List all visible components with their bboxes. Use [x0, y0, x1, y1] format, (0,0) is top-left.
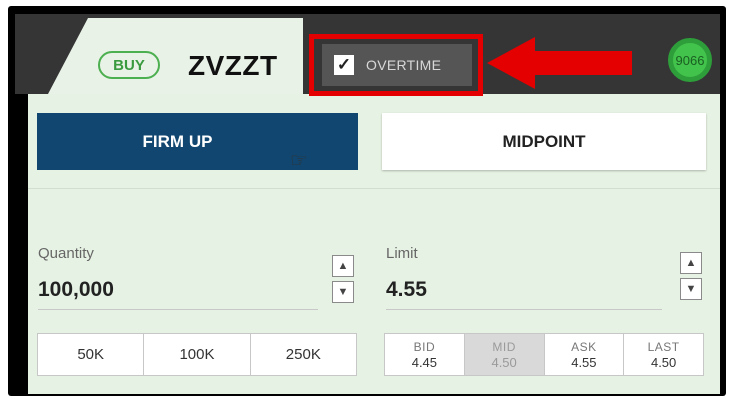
section-divider	[28, 188, 720, 189]
mid-value: 4.50	[491, 354, 517, 370]
chevron-down-icon: ▼	[685, 283, 697, 295]
symbol-label: ZVZZT	[188, 50, 278, 81]
checkmark-icon: ✓	[336, 55, 352, 74]
annotation-arrow-icon	[487, 37, 632, 89]
quantity-increment-button[interactable]: ▲	[332, 255, 354, 277]
quantity-label: Quantity	[38, 245, 94, 262]
firm-up-button[interactable]: FIRM UP	[37, 113, 358, 170]
overtime-toggle[interactable]: ✓ OVERTIME	[322, 44, 472, 86]
ask-price-button[interactable]: ASK 4.55	[545, 334, 625, 375]
overtime-label: OVERTIME	[366, 57, 442, 73]
preset-250k-button[interactable]: 250K	[251, 334, 356, 375]
quantity-decrement-button[interactable]: ▼	[332, 281, 354, 303]
limit-increment-button[interactable]: ▲	[680, 252, 702, 274]
midpoint-button[interactable]: MIDPOINT	[382, 113, 706, 170]
limit-input[interactable]: 4.55	[386, 278, 427, 302]
limit-decrement-button[interactable]: ▼	[680, 278, 702, 300]
limit-stepper[interactable]: ▲ ▼	[680, 252, 702, 300]
status-badge: 9066	[668, 38, 712, 82]
last-price-button[interactable]: LAST 4.50	[624, 334, 703, 375]
price-presets: BID 4.45 MID 4.50 ASK 4.55 LAST 4.50	[384, 333, 704, 376]
quantity-underline	[38, 309, 318, 310]
bid-value: 4.45	[411, 354, 438, 370]
chevron-down-icon: ▼	[337, 286, 349, 298]
quantity-presets: 50K 100K 250K	[37, 333, 357, 376]
bid-price-button[interactable]: BID 4.45	[385, 334, 465, 375]
side-badge: BUY	[98, 51, 160, 79]
ask-label: ASK	[571, 339, 597, 354]
preset-100k-button[interactable]: 100K	[144, 334, 251, 375]
overtime-checkbox[interactable]: ✓	[334, 55, 354, 75]
ask-value: 4.55	[571, 354, 597, 370]
chevron-up-icon: ▲	[337, 260, 349, 272]
mid-label: MID	[492, 339, 516, 354]
mid-price-button[interactable]: MID 4.50	[464, 334, 545, 375]
hand-cursor-icon: ☞	[290, 150, 308, 172]
chevron-up-icon: ▲	[685, 257, 697, 269]
last-label: LAST	[647, 339, 680, 354]
quantity-input[interactable]: 100,000	[38, 278, 114, 302]
limit-underline	[386, 309, 662, 310]
limit-label: Limit	[386, 245, 418, 262]
last-value: 4.50	[650, 354, 677, 370]
preset-50k-button[interactable]: 50K	[38, 334, 145, 375]
bid-label: BID	[413, 339, 436, 354]
quantity-stepper[interactable]: ▲ ▼	[332, 255, 354, 303]
